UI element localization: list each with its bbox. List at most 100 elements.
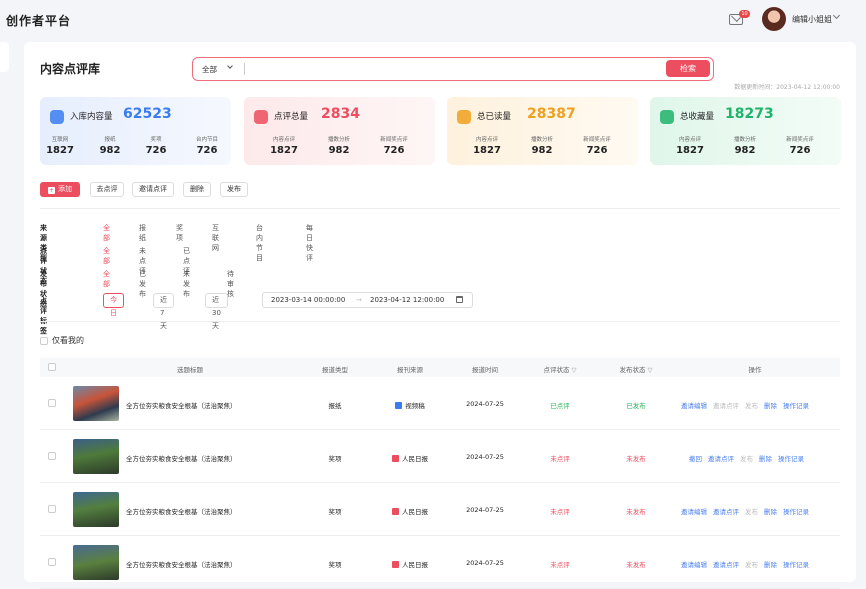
invite-review-button[interactable]: 邀请点评 [132, 182, 174, 197]
stat-sub-label: 播数分析 [530, 137, 553, 143]
table-row[interactable]: 全方位夯实粮食安全根基（法治聚焦） 奖项 人民日报 2024-07-25 未点评… [40, 430, 840, 483]
stat-sub-value: 726 [145, 145, 167, 156]
row-thumbnail[interactable] [73, 545, 119, 580]
stat-sub-value: 726 [383, 145, 405, 156]
filter-icon[interactable]: ▽ [648, 366, 653, 374]
th-publish-status[interactable]: 发布状态 ▽ [606, 364, 666, 374]
chevron-down-icon[interactable] [227, 63, 233, 69]
row-action[interactable]: 邀请点评 [713, 402, 739, 410]
update-time: 数据更新时间：2023-04-12 12:00:00 [734, 84, 840, 91]
th-review-label: 点评状态 [543, 366, 570, 374]
stat-sub-label: 新闻奖点评 [786, 137, 814, 143]
filter-source-internet[interactable]: 互联网 [212, 223, 219, 253]
stat-sub: 报纸 982 [85, 135, 135, 156]
source-icon [395, 402, 403, 409]
filter-publish-unpublished[interactable]: 未发布 [183, 269, 190, 299]
filter-publish-all[interactable]: 全部 [103, 269, 110, 289]
row-type: 奖项 [328, 455, 342, 463]
add-button[interactable]: + 添加 [40, 182, 80, 197]
delete-button[interactable]: 删除 [183, 182, 211, 197]
row-action[interactable]: 发布 [745, 508, 758, 516]
table-row[interactable]: 全方位夯实粮食安全根基（法治聚焦） 报纸 视频稿 2024-07-25 已点评 … [40, 377, 840, 430]
date-range-picker[interactable]: 2023-03-14 00:00:00 → 2023-04-12 12:00:0… [262, 292, 473, 308]
only-mine-checkbox[interactable] [40, 337, 48, 345]
filter-source-all[interactable]: 全部 [103, 223, 110, 243]
row-publish-status: 未发布 [626, 508, 646, 516]
row-action[interactable]: 发布 [745, 561, 758, 569]
row-source: 人民日报 [380, 506, 440, 516]
page-title: 内容点评库 [40, 62, 101, 76]
date-start[interactable]: 2023-03-14 00:00:00 [271, 293, 345, 307]
go-review-button[interactable]: 去点评 [90, 182, 124, 197]
row-thumbnail[interactable] [73, 439, 119, 474]
filter-source-newspaper[interactable]: 报纸 [139, 223, 146, 243]
row-checkbox[interactable] [48, 399, 56, 407]
row-title[interactable]: 全方位夯实粮食安全根基（法治聚焦） [126, 559, 237, 569]
row-title[interactable]: 全方位夯实粮食安全根基（法治聚焦） [126, 453, 237, 463]
app-logo[interactable]: 创作者平台 [6, 12, 71, 29]
row-action[interactable]: 删除 [764, 402, 777, 410]
filter-source-award[interactable]: 奖项 [176, 223, 183, 243]
filter-publish-review[interactable]: 待审核 [227, 269, 234, 299]
row-action[interactable]: 删除 [764, 561, 777, 569]
publish-button[interactable]: 发布 [220, 182, 248, 197]
tag-30days[interactable]: 近30天 [205, 293, 228, 330]
stat-sub: 播数分析 982 [517, 135, 567, 156]
filter-source-daily[interactable]: 每日快评 [306, 223, 313, 263]
tag-today[interactable]: 今日 [103, 293, 124, 317]
stat-label: 点评总量 [274, 112, 309, 122]
calendar-icon[interactable] [456, 296, 463, 303]
filter-publish-published[interactable]: 已发布 [139, 269, 146, 299]
row-checkbox[interactable] [48, 452, 56, 460]
avatar[interactable] [762, 7, 786, 31]
row-action[interactable]: 邀请点评 [713, 561, 739, 569]
row-action[interactable]: 发布 [745, 402, 758, 410]
chevron-down-icon[interactable] [832, 11, 841, 20]
stat-sub-label: 奖项 [150, 137, 162, 143]
search-scope-select[interactable]: 全部 [202, 64, 217, 75]
row-checkbox[interactable] [48, 505, 56, 513]
stat-sub-label: 报纸 [104, 137, 116, 143]
row-checkbox[interactable] [48, 558, 56, 566]
stat-sub-label: 播数分析 [733, 137, 756, 143]
row-thumbnail[interactable] [73, 386, 119, 421]
row-source: 人民日报 [380, 559, 440, 569]
stat-sub-label: 播数分析 [327, 137, 350, 143]
table-row[interactable]: 全方位夯实粮食安全根基（法治聚焦） 奖项 人民日报 2024-07-25 未点评… [40, 536, 840, 589]
stat-icon [660, 110, 674, 124]
stat-sub-value: 982 [328, 145, 350, 156]
stat-card: 入库内容量 62523 互联网 1827 报纸 982 奖项 726 台内节目 … [40, 97, 231, 165]
row-action[interactable]: 邀请编辑 [681, 402, 707, 410]
row-action[interactable]: 操作记录 [778, 455, 804, 463]
row-title[interactable]: 全方位夯实粮食安全根基（法治聚焦） [126, 506, 237, 516]
row-title[interactable]: 全方位夯实粮食安全根基（法治聚焦） [126, 400, 237, 410]
row-action[interactable]: 删除 [764, 508, 777, 516]
filter-source-program[interactable]: 台内节目 [256, 223, 263, 263]
th-review-status[interactable]: 点评状态 ▽ [530, 364, 590, 374]
row-action[interactable]: 邀请点评 [713, 508, 739, 516]
tag-7days[interactable]: 近7天 [153, 293, 174, 330]
row-action[interactable]: 邀请编辑 [681, 561, 707, 569]
sidebar-collapsed[interactable] [0, 42, 9, 72]
row-action[interactable]: 邀请点评 [708, 455, 734, 463]
stat-sub-label: 新闻奖点评 [583, 137, 611, 143]
row-action[interactable]: 邀请编辑 [681, 508, 707, 516]
date-end[interactable]: 2023-04-12 12:00:00 [370, 293, 444, 307]
filter-review-all[interactable]: 全部 [103, 246, 110, 266]
row-action[interactable]: 发布 [740, 455, 753, 463]
user-name[interactable]: 编辑小姐姐 [792, 14, 832, 25]
search-button[interactable]: 检索 [666, 60, 710, 77]
stat-label: 总收藏量 [680, 112, 715, 122]
search-input[interactable] [251, 61, 631, 77]
row-action[interactable]: 删除 [759, 455, 772, 463]
row-action[interactable]: 操作记录 [783, 508, 809, 516]
table-row[interactable]: 全方位夯实粮食安全根基（法治聚焦） 奖项 人民日报 2024-07-25 未点评… [40, 483, 840, 536]
arrow-right-icon: → [356, 296, 362, 304]
only-mine-label[interactable]: 仅看我的 [52, 335, 84, 346]
filter-icon[interactable]: ▽ [572, 366, 577, 374]
row-action[interactable]: 操作记录 [783, 561, 809, 569]
row-action[interactable]: 操作记录 [783, 402, 809, 410]
row-action[interactable]: 撤回 [689, 455, 702, 463]
row-thumbnail[interactable] [73, 492, 119, 527]
select-all-checkbox[interactable] [48, 363, 56, 371]
